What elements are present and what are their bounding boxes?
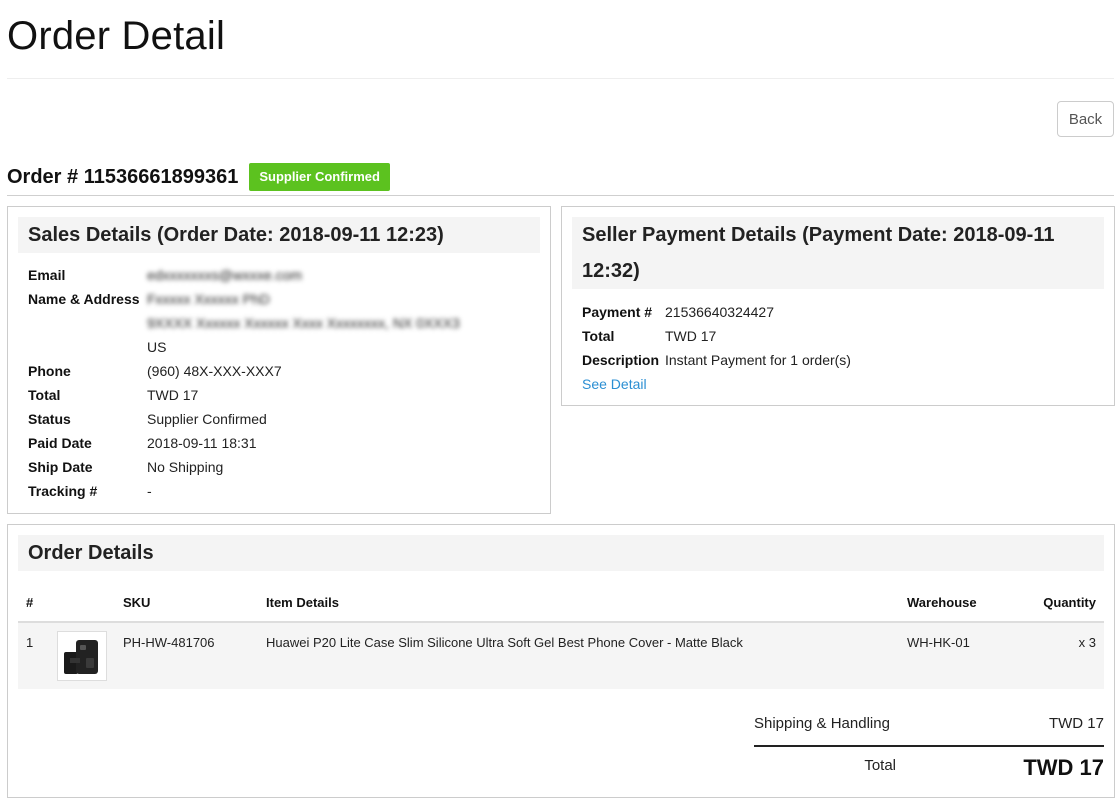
order-details-heading: Order Details (18, 535, 1104, 571)
payment-details-heading: Seller Payment Details (Payment Date: 20… (572, 217, 1104, 289)
tracking-row: Tracking # - (28, 479, 528, 503)
ship-date-value: No Shipping (147, 459, 224, 475)
shipping-value: TWD 17 (1048, 715, 1104, 732)
phone-value: (960) 48X-XXX-XXX7 (147, 363, 282, 379)
status-label: Status (28, 411, 71, 427)
status-row: Status Supplier Confirmed (28, 407, 528, 431)
order-table-header: # SKU Item Details Warehouse Quantity (18, 583, 1104, 623)
payment-description-row: Description Instant Payment for 1 order(… (582, 348, 851, 372)
total-summary-row: Total TWD 17 (754, 747, 1104, 787)
payment-total-value: TWD 17 (665, 328, 717, 344)
payment-heading-line1: Seller Payment Details (Payment Date: 20… (582, 224, 1055, 246)
payment-total-label: Total (582, 328, 615, 344)
col-number: # (26, 595, 34, 610)
row-item-details: Huawei P20 Lite Case Slim Silicone Ultra… (266, 635, 743, 650)
row-sku: PH-HW-481706 (123, 635, 215, 650)
ship-date-label: Ship Date (28, 459, 93, 475)
sales-details-panel: Sales Details (Order Date: 2018-09-11 12… (7, 206, 551, 514)
col-quantity: Quantity (1043, 595, 1096, 610)
total-row: Total TWD 17 (28, 383, 528, 407)
header-divider (7, 195, 1114, 196)
sales-details-list: Email edxxxxxxxs@wxxxe.com Name & Addres… (28, 263, 528, 503)
total-value: TWD 17 (147, 387, 199, 403)
phone-case-icon (64, 640, 98, 674)
status-badge: Supplier Confirmed (249, 163, 390, 191)
col-sku: SKU (123, 595, 151, 610)
shipping-row: Shipping & Handling TWD 17 (754, 705, 1104, 745)
shipping-label: Shipping & Handling (754, 715, 890, 732)
title-divider (7, 78, 1114, 79)
back-button[interactable]: Back (1057, 101, 1114, 137)
order-details-panel: Order Details # SKU Item Details Warehou… (7, 524, 1115, 798)
row-quantity: x 3 (1078, 635, 1096, 650)
order-summary: Shipping & Handling TWD 17 Total TWD 17 (754, 705, 1104, 787)
tracking-label: Tracking # (28, 483, 98, 499)
address-row: 9XXXX Xxxxxx Xxxxxx Xxxx Xxxxxxxx, NX 0X… (28, 311, 528, 335)
order-number: Order # 11536661899361 (7, 165, 239, 188)
paid-date-value: 2018-09-11 18:31 (147, 435, 257, 451)
grand-total-label: Total (864, 757, 896, 774)
total-label: Total (28, 387, 61, 403)
row-warehouse: WH-HK-01 (907, 635, 970, 650)
see-detail-link[interactable]: See Detail (582, 372, 851, 396)
col-warehouse: Warehouse (907, 595, 977, 610)
phone-label: Phone (28, 363, 71, 379)
country-row: US (28, 335, 528, 359)
name-row: Name & Address Fxxxxx Xxxxxx PhD (28, 287, 528, 311)
payment-details-panel: Seller Payment Details (Payment Date: 20… (561, 206, 1115, 406)
page-title: Order Detail (7, 14, 226, 58)
paid-date-row: Paid Date 2018-09-11 18:31 (28, 431, 528, 455)
address-value: 9XXXX Xxxxxx Xxxxxx Xxxx Xxxxxxxx, NX 0X… (147, 315, 460, 331)
order-header: Order # 11536661899361 Supplier Confirme… (7, 163, 390, 191)
payment-total-row: Total TWD 17 (582, 324, 851, 348)
email-row: Email edxxxxxxxs@wxxxe.com (28, 263, 528, 287)
tracking-value: - (147, 483, 152, 499)
email-value: edxxxxxxxs@wxxxe.com (147, 267, 303, 283)
email-label: Email (28, 267, 66, 283)
payment-description-label: Description (582, 352, 660, 368)
status-value: Supplier Confirmed (147, 411, 267, 427)
phone-row: Phone (960) 48X-XXX-XXX7 (28, 359, 528, 383)
product-thumbnail[interactable] (57, 631, 107, 681)
col-item-details: Item Details (266, 595, 339, 610)
payment-number-value: 21536640324427 (665, 304, 775, 320)
paid-date-label: Paid Date (28, 435, 92, 451)
row-number: 1 (26, 635, 34, 650)
table-row: 1 PH-HW-481706 Huawei P20 Lite Case Slim… (18, 623, 1104, 689)
sales-details-heading: Sales Details (Order Date: 2018-09-11 12… (18, 217, 540, 253)
name-label: Name & Address (28, 291, 140, 307)
payment-description-value: Instant Payment for 1 order(s) (665, 352, 851, 368)
grand-total-value: TWD 17 (1023, 755, 1104, 780)
payment-number-row: Payment # 21536640324427 (582, 300, 851, 324)
payment-details-list: Payment # 21536640324427 Total TWD 17 De… (582, 300, 851, 396)
country-value: US (147, 339, 167, 355)
ship-date-row: Ship Date No Shipping (28, 455, 528, 479)
payment-number-label: Payment # (582, 304, 653, 320)
payment-heading-line2: 12:32) (582, 260, 640, 282)
name-value: Fxxxxx Xxxxxx PhD (147, 291, 270, 307)
